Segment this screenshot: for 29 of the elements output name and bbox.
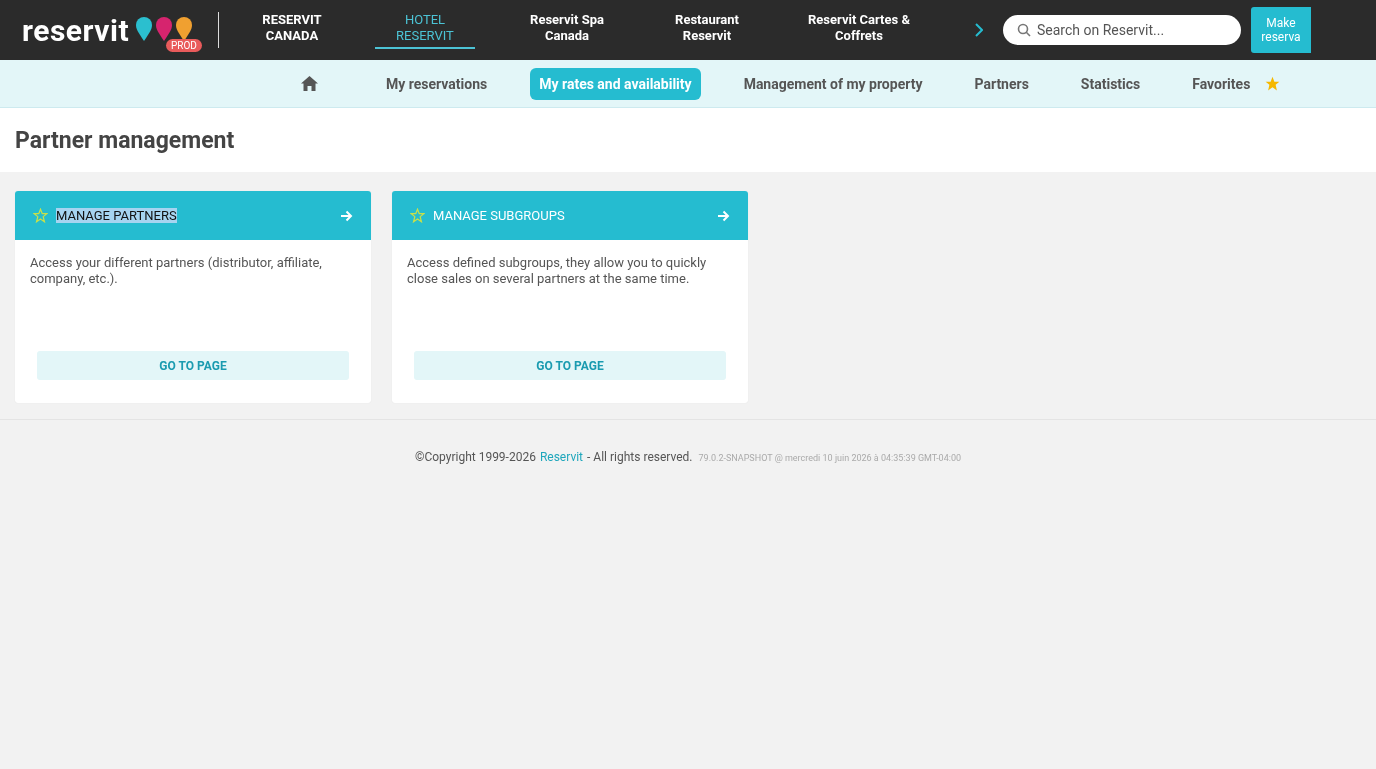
card-title: MANAGE SUBGROUPS (433, 208, 565, 223)
subnav-link[interactable]: My reservations (377, 67, 497, 100)
star-outline-icon[interactable] (410, 208, 425, 223)
arrow-right-icon[interactable] (340, 209, 353, 222)
page-title: Partner management (15, 126, 235, 154)
product-tab[interactable]: Reservit Spa Canada (515, 11, 619, 49)
subnav-link[interactable]: Favorites (1183, 67, 1260, 100)
card-description: Access defined subgroups, they allow you to quickly close sales on several partners at the same time. (407, 255, 708, 288)
product-tab[interactable]: Restaurant Reservit (659, 11, 755, 49)
rights-text: - All rights reserved. (587, 450, 693, 464)
version-text: 79.0.2-SNAPSHOT @ mercredi 10 juin 2026 à 04:35:39 GMT-04:00 (698, 453, 962, 463)
chevron-right-icon[interactable] (975, 23, 983, 37)
star-icon (1265, 76, 1281, 91)
subnav-link[interactable]: Statistics (1071, 67, 1150, 100)
product-tab[interactable]: Reservit Cartes & Coffrets (795, 11, 923, 49)
logo[interactable]: reservit (22, 12, 130, 48)
product-tab[interactable]: RESERVIT CANADA (249, 11, 335, 49)
search-field[interactable]: Search on Reservit... (1003, 15, 1241, 45)
subnav-link[interactable]: Management of my property (734, 67, 932, 100)
pins-icon (135, 16, 194, 42)
card-description: Access your different partners (distributor, affiliate, company, etc.). (30, 255, 323, 288)
environment-badge: PROD (166, 38, 202, 52)
product-tab[interactable]: HOTEL RESERVIT (375, 11, 475, 49)
arrow-right-icon[interactable] (717, 209, 730, 222)
subnav-link[interactable]: Partners (965, 67, 1038, 100)
card-header[interactable]: MANAGE PARTNERS (15, 191, 371, 240)
star-outline-icon[interactable] (33, 208, 48, 223)
card-title: MANAGE PARTNERS (56, 208, 177, 223)
copyright-text: ©Copyright 1999-2026 (414, 450, 536, 464)
